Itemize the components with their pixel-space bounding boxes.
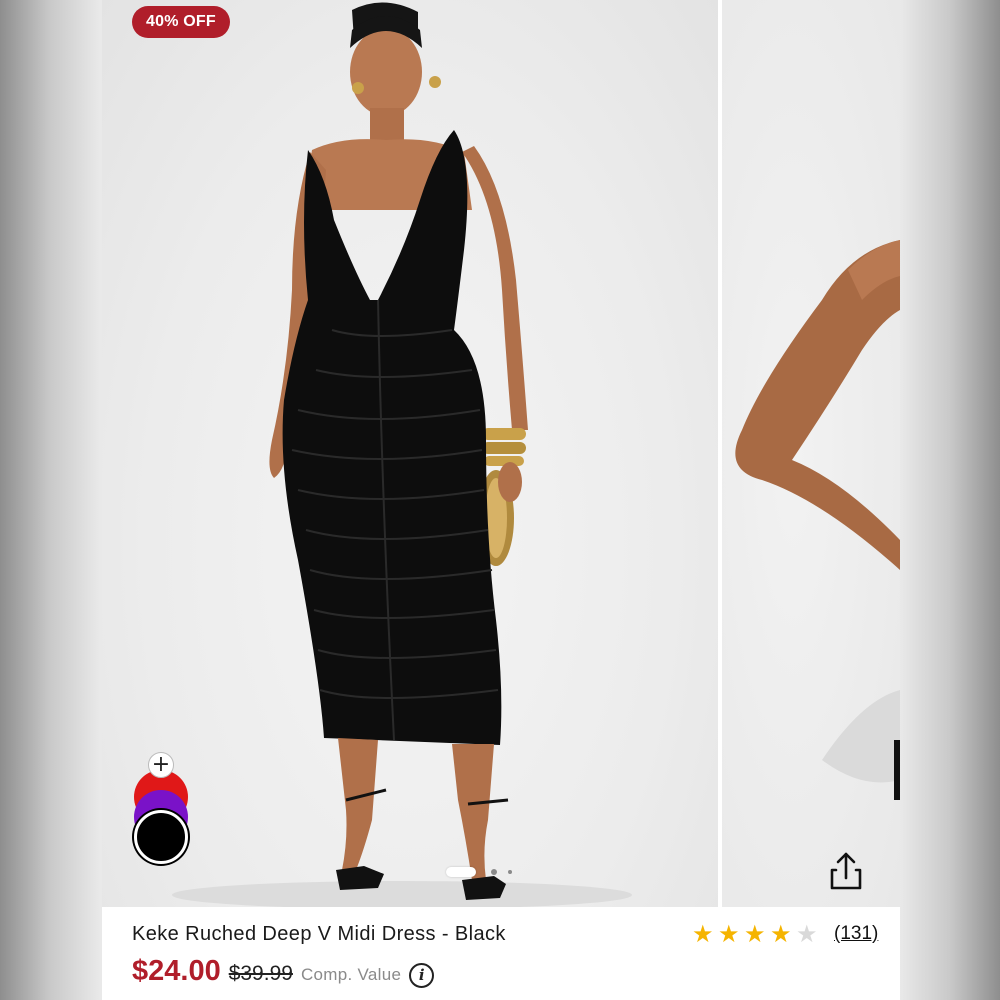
star-icon: ★ [718, 920, 740, 948]
comp-value-label: Comp. Value [300, 965, 402, 984]
review-count-link[interactable]: (131) [834, 923, 878, 945]
pagination-dot-active[interactable] [446, 867, 476, 877]
image-carousel[interactable]: 40% OFF + [102, 0, 900, 907]
product-page: 40% OFF + Keke Ruched Deep V Midi Dress … [102, 0, 900, 1000]
price-row: $24.00 $39.99 Comp. Value i [132, 955, 435, 991]
product-info: Keke Ruched Deep V Midi Dress - Black ★ … [102, 907, 900, 1000]
info-icon[interactable]: i [409, 962, 435, 988]
add-swatch-button[interactable]: + [148, 752, 174, 778]
product-title: Keke Ruched Deep V Midi Dress - Black [132, 923, 506, 945]
star-icon: ★ [692, 920, 714, 948]
share-button[interactable] [824, 848, 868, 892]
color-swatches: + [134, 752, 190, 872]
carousel-pagination [446, 866, 526, 878]
model-arm-photo [735, 240, 900, 800]
pagination-dot[interactable] [508, 870, 512, 874]
discount-badge: 40% OFF [132, 6, 230, 38]
sale-price: $24.00 [132, 955, 221, 987]
pagination-dot[interactable] [491, 869, 497, 875]
star-icon: ★ [744, 920, 766, 948]
swatch-black-selected[interactable] [134, 810, 188, 864]
star-icon: ★ [796, 920, 818, 948]
star-icon: ★ [770, 920, 792, 948]
original-price: $39.99 [228, 962, 293, 985]
model-photo [172, 2, 632, 907]
product-image-next[interactable] [722, 0, 900, 907]
product-image-main[interactable]: 40% OFF + [102, 0, 718, 907]
share-icon [830, 852, 862, 890]
star-rating[interactable]: ★ ★ ★ ★ ★ (131) [692, 919, 878, 949]
